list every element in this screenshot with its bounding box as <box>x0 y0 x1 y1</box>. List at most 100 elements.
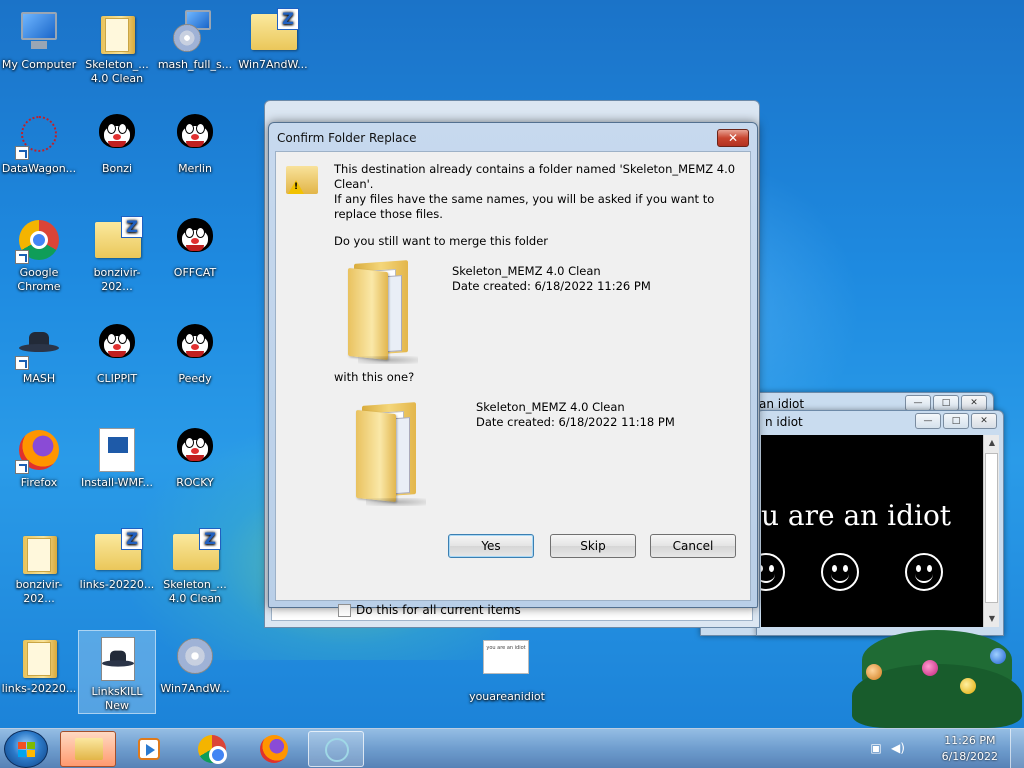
folder-icon <box>15 632 63 680</box>
cat-face-icon <box>171 216 219 264</box>
maximize-button[interactable]: □ <box>943 413 969 429</box>
desktop-icon-skeleton-zip[interactable]: Z Skeleton_... 4.0 Clean <box>156 524 234 606</box>
ornament-icon <box>866 664 882 680</box>
desktop-icon-label: Google Chrome <box>17 266 61 293</box>
desktop-icon-skeleton-folder[interactable]: Skeleton_... 4.0 Clean <box>78 4 156 86</box>
maximize-button[interactable]: □ <box>933 395 959 411</box>
desktop-icon-mash-full[interactable]: mash_full_s... <box>156 4 234 72</box>
electron-app-icon <box>325 738 349 762</box>
dialog-title: Confirm Folder Replace <box>277 131 417 145</box>
desktop-icon-win7andw-zip[interactable]: Z Win7AndW... <box>234 4 312 72</box>
desktop-icon-label: Skeleton_... 4.0 Clean <box>163 578 227 605</box>
shortcut-arrow-icon <box>15 356 29 370</box>
smiley-icon <box>821 553 859 591</box>
desktop-icon-label: LinksKILL New <box>91 685 143 712</box>
desktop-icon-label: MASH <box>22 372 56 385</box>
desktop-icon-google-chrome[interactable]: Google Chrome <box>0 212 78 294</box>
desktop-icon-my-computer[interactable]: My Computer <box>0 4 78 72</box>
desktop-icon-clippit[interactable]: CLIPPIT <box>78 318 156 386</box>
cancel-button[interactable]: Cancel <box>650 534 736 558</box>
shortcut-arrow-icon <box>15 460 29 474</box>
christmas-tree-decoration <box>852 600 1022 728</box>
zip-folder-icon: Z <box>93 528 143 576</box>
ornament-icon <box>960 678 976 694</box>
desktop-icon-bonzi[interactable]: Bonzi <box>78 108 156 176</box>
vertical-scrollbar[interactable]: ▲ ▼ <box>983 435 999 627</box>
desktop-icon-label: DataWagon... <box>1 162 77 175</box>
scrollbar-thumb[interactable] <box>985 453 998 603</box>
dialog-with-text: with this one? <box>334 370 415 384</box>
close-icon[interactable]: ✕ <box>717 129 749 147</box>
cat-face-icon <box>171 112 219 160</box>
desktop-icon-label: Install-WMF... <box>80 476 154 489</box>
taskbar-chrome-button[interactable] <box>184 731 240 767</box>
desktop-icon-rocky[interactable]: ROCKY <box>156 422 234 490</box>
desktop-icon-links-folder[interactable]: links-20220... <box>0 628 78 696</box>
media-player-icon <box>138 738 160 760</box>
cat-face-icon <box>171 426 219 474</box>
clock[interactable]: 11:26 PM 6/18/2022 <box>942 733 998 765</box>
linkskill-icon <box>93 635 141 683</box>
scroll-up-icon[interactable]: ▲ <box>984 435 1000 451</box>
desktop-icon-label: youareanidiot <box>469 690 545 703</box>
destination-folder-name: Skeleton_MEMZ 4.0 Clean <box>476 400 625 414</box>
powershell-script-icon <box>93 426 141 474</box>
desktop-icon-label: My Computer <box>1 58 77 71</box>
desktop-icon-label: Firefox <box>20 476 58 489</box>
desktop-icon-label: Win7AndW... <box>160 682 230 695</box>
desktop-icon-merlin[interactable]: Merlin <box>156 108 234 176</box>
shortcut-arrow-icon <box>15 146 29 160</box>
desktop-icon-label: links-20220... <box>1 682 77 695</box>
close-button[interactable]: ✕ <box>971 413 997 429</box>
desktop-icon-label: bonzivir-202... <box>93 266 141 293</box>
do-for-all-checkbox[interactable] <box>338 604 351 617</box>
taskbar-explorer-button[interactable] <box>60 731 116 767</box>
desktop-icon-youareanidiot[interactable]: you are an idiot youareanidiot <box>466 636 548 704</box>
destination-folder-date: Date created: 6/18/2022 11:18 PM <box>476 415 675 429</box>
desktop-icon-mash[interactable]: MASH <box>0 318 78 386</box>
desktop-icon-label: bonzivir-202... <box>15 578 63 605</box>
desktop-icon-firefox[interactable]: Firefox <box>0 422 78 490</box>
destination-folder-icon <box>356 398 428 506</box>
zip-folder-icon: Z <box>171 528 221 576</box>
desktop-icon-label: OFFCAT <box>173 266 217 279</box>
start-button[interactable] <box>4 730 48 768</box>
yes-button[interactable]: Yes <box>448 534 534 558</box>
close-button[interactable]: ✕ <box>961 395 987 411</box>
desktop-icon-label: Win7AndW... <box>238 58 308 71</box>
skip-button[interactable]: Skip <box>550 534 636 558</box>
desktop-icon-bonzivir-folder[interactable]: bonzivir-202... <box>0 524 78 606</box>
taskbar-electron-button[interactable] <box>308 731 364 767</box>
desktop-icon-label: mash_full_s... <box>157 58 233 71</box>
desktop-icon-win7andw-disc[interactable]: Win7AndW... <box>156 628 234 696</box>
desktop-icon-links-zip[interactable]: Z links-20220... <box>78 524 156 592</box>
desktop-icon-datawagon[interactable]: DataWagon... <box>0 108 78 176</box>
minimize-button[interactable]: — <box>915 413 941 429</box>
minimize-button[interactable]: — <box>905 395 931 411</box>
source-folder-date: Date created: 6/18/2022 11:26 PM <box>452 279 651 293</box>
ornament-icon <box>922 660 938 676</box>
volume-icon[interactable]: ◀) <box>890 741 906 757</box>
taskbar-media-player-button[interactable] <box>122 731 178 767</box>
show-desktop-button[interactable] <box>1010 729 1024 768</box>
desktop-icon-install-wmf[interactable]: Install-WMF... <box>78 422 156 490</box>
clock-date: 6/18/2022 <box>941 750 998 763</box>
warning-folder-icon <box>284 162 320 196</box>
desktop-icon-peedy[interactable]: Peedy <box>156 318 234 386</box>
zip-folder-icon: Z <box>249 8 299 56</box>
desktop-icon-bonzivir-zip[interactable]: Z bonzivir-202... <box>78 212 156 294</box>
dialog-message-line: If any files have the same names, you wi… <box>334 192 715 221</box>
desktop-icon-label: CLIPPIT <box>96 372 138 385</box>
desktop-icon-linkskill[interactable]: LinksKILL New <box>78 630 156 714</box>
computer-icon <box>15 8 63 56</box>
desktop-icon-label: links-20220... <box>79 578 155 591</box>
taskbar-firefox-button[interactable] <box>246 731 302 767</box>
do-for-all-label[interactable]: Do this for all current items <box>356 603 521 617</box>
dialog-body: This destination already contains a fold… <box>275 151 751 617</box>
dialog-message-line: This destination already contains a fold… <box>334 162 736 191</box>
desktop-icon-offcat[interactable]: OFFCAT <box>156 212 234 280</box>
network-icon[interactable]: ▣ <box>868 741 884 757</box>
desktop-icon-label: Merlin <box>178 162 212 175</box>
desktop-icon-label: Peedy <box>178 372 212 385</box>
datawagon-icon <box>15 112 63 160</box>
